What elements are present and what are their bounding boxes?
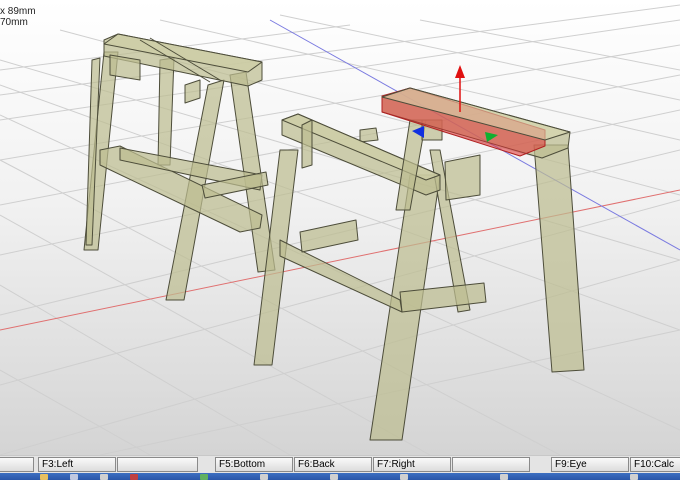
dimension-height-label: 70mm [0,17,28,28]
app-icon[interactable] [130,474,138,480]
3d-viewport[interactable]: x 89mm 70mm [0,0,680,455]
app-icon[interactable] [500,474,508,480]
fkey-f9-eye[interactable]: F9:Eye [551,457,629,472]
app-icon[interactable] [70,474,78,480]
fkey-f6-back[interactable]: F6:Back [294,457,372,472]
fkey-f4[interactable] [117,457,198,472]
app-icon[interactable] [630,474,638,480]
fkey-f5-bottom[interactable]: F5:Bottom [215,457,293,472]
fkey-f3-left[interactable]: F3:Left [38,457,116,472]
fkey-f10-calc[interactable]: F10:Calc [630,457,680,472]
fkey-f1[interactable] [0,457,34,472]
dimension-width-label: x 89mm [0,6,36,17]
app-icon[interactable] [100,474,108,480]
fkey-f8[interactable] [452,457,530,472]
app-icon[interactable] [200,474,208,480]
folder-icon[interactable] [40,474,48,480]
app-icon[interactable] [260,474,268,480]
fkey-f7-right[interactable]: F7:Right [373,457,451,472]
app-icon[interactable] [330,474,338,480]
function-key-bar: F3:Left F5:Bottom F6:Back F7:Right F9:Ey… [0,455,680,473]
windows-taskbar [0,473,680,480]
app-icon[interactable] [400,474,408,480]
scene-canvas[interactable] [0,0,680,455]
